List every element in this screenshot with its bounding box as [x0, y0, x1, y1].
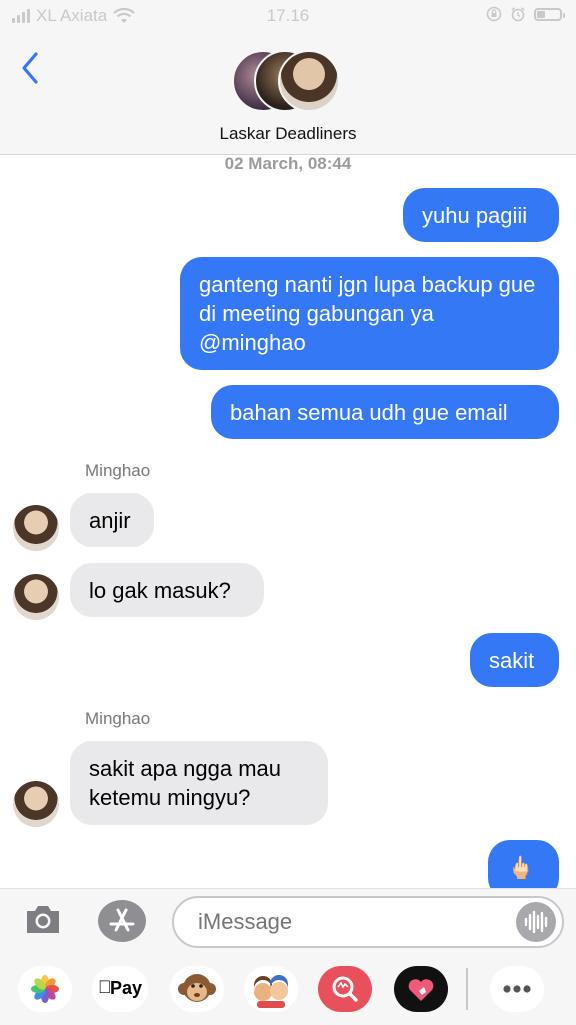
camera-icon — [27, 906, 59, 933]
memoji-icon — [253, 975, 288, 1008]
image-search-icon — [332, 976, 358, 1002]
received-message-bubble[interactable]: lo gak masuk? — [70, 563, 264, 617]
orientation-lock-icon — [486, 6, 502, 22]
alarm-icon — [511, 7, 525, 22]
sender-avatar[interactable] — [13, 574, 59, 620]
sent-message-bubble[interactable]: yuhu pagiii — [403, 188, 559, 242]
apple-pay-label: Pay — [110, 978, 143, 998]
group-name[interactable]: Laskar Deadliners — [0, 124, 576, 144]
app-store-button[interactable] — [98, 900, 146, 942]
drawer-divider — [466, 968, 468, 1010]
animoji-button[interactable] — [170, 966, 224, 1012]
conversation-header: XL Axiata 17.16 Laskar Deadliners — [0, 0, 576, 155]
sender-avatar[interactable] — [13, 505, 59, 551]
received-message-bubble[interactable]: anjir — [70, 493, 154, 547]
photos-app-button[interactable] — [18, 966, 72, 1012]
chevron-left-icon — [22, 52, 38, 84]
sent-message-bubble[interactable]: sakit — [470, 633, 559, 687]
memoji-button[interactable] — [244, 966, 298, 1012]
digital-touch-button[interactable] — [394, 966, 448, 1012]
group-member-avatar — [278, 50, 340, 112]
digital-touch-heart-icon — [408, 979, 434, 1001]
sender-name: Minghao — [85, 461, 151, 480]
camera-button[interactable] — [24, 902, 62, 936]
apple-pay-button[interactable]:  Pay — [92, 966, 148, 1012]
app-store-icon — [109, 908, 135, 932]
group-avatars[interactable] — [232, 50, 344, 114]
photos-icon — [31, 975, 59, 1003]
sent-message-bubble[interactable]: bahan semua udh gue email — [211, 385, 559, 439]
audio-waveform-icon — [524, 910, 548, 934]
image-search-button[interactable] — [318, 966, 372, 1012]
message-timestamp: 02 March, 08:44 — [224, 154, 352, 173]
more-icon — [503, 985, 531, 993]
back-button[interactable] — [14, 48, 50, 88]
voice-message-button[interactable] — [516, 902, 556, 942]
status-right — [486, 6, 565, 22]
sent-message-bubble[interactable]: ganteng nanti jgn lupa backup gue di mee… — [180, 257, 559, 370]
message-input[interactable] — [172, 896, 564, 948]
monkey-animoji-icon — [178, 974, 216, 1002]
sender-avatar[interactable] — [13, 781, 59, 827]
status-bar: XL Axiata 17.16 — [0, 0, 576, 32]
battery-icon — [534, 7, 565, 21]
more-apps-button[interactable] — [490, 966, 544, 1012]
received-message-bubble[interactable]: sakit apa ngga mau ketemu mingyu? — [70, 741, 328, 825]
sender-name: Minghao — [85, 709, 151, 728]
